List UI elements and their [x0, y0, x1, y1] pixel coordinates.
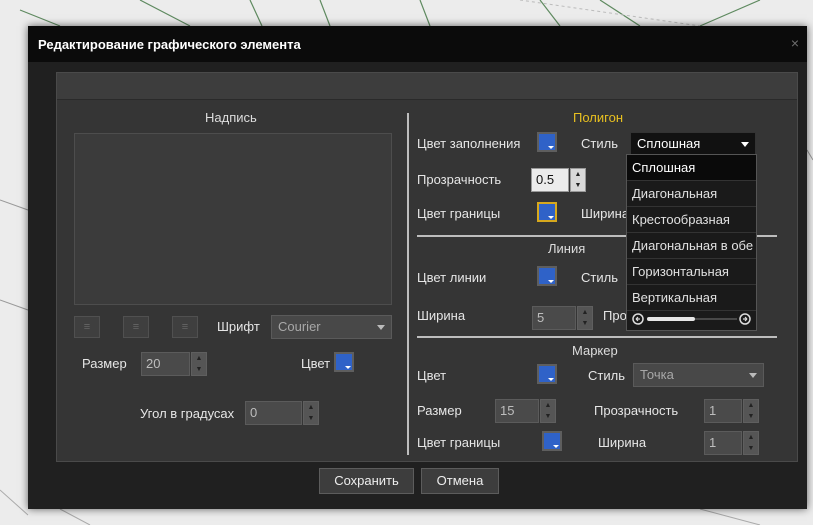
style-option[interactable]: Вертикальная: [627, 285, 756, 311]
size-label: Размер: [82, 356, 127, 371]
body-header-strip: [57, 73, 797, 100]
align-center-icon[interactable]: ≡: [123, 316, 149, 338]
marker-width-label: Ширина: [598, 435, 647, 450]
marker-section-header: Маркер: [572, 343, 618, 358]
marker-border-color-label: Цвет границы: [417, 435, 501, 450]
polygon-section-header: Полигон: [573, 110, 624, 125]
style-option[interactable]: Сплошная: [627, 155, 756, 181]
line-width-stepper[interactable]: ▲ ▼: [577, 306, 593, 330]
marker-size-input[interactable]: 15: [495, 399, 539, 423]
close-icon[interactable]: ×: [791, 35, 799, 51]
save-button[interactable]: Сохранить: [319, 468, 414, 494]
marker-opacity-stepper[interactable]: ▲ ▼: [743, 399, 759, 423]
font-select[interactable]: Courier: [271, 315, 392, 339]
dialog-title: Редактирование графического элемента: [38, 37, 301, 52]
chevron-down-icon: [749, 373, 757, 378]
polygon-border-color-swatch[interactable]: [537, 202, 557, 222]
chevron-down-icon: [741, 142, 749, 147]
font-select-value: Courier: [278, 319, 321, 334]
marker-border-color-swatch[interactable]: [542, 431, 562, 451]
chevron-down-icon: [377, 325, 385, 330]
fill-color-label: Цвет заполнения: [417, 136, 521, 151]
style-option[interactable]: Горизонтальная: [627, 259, 756, 285]
polygon-opacity-stepper[interactable]: ▲ ▼: [570, 168, 586, 192]
line-color-label: Цвет линии: [417, 270, 487, 285]
dropdown-horizontal-scrollbar[interactable]: [631, 312, 752, 326]
polygon-style-label: Стиль: [581, 136, 618, 151]
polygon-opacity-input[interactable]: 0.5: [531, 168, 569, 192]
marker-color-swatch[interactable]: [537, 364, 557, 384]
line-section-header: Линия: [548, 241, 586, 256]
polygon-border-color-label: Цвет границы: [417, 206, 501, 221]
polygon-opacity-label: Прозрачность: [417, 172, 502, 187]
font-label: Шрифт: [217, 319, 260, 334]
line-marker-divider: [417, 336, 777, 338]
dialog-titlebar: Редактирование графического элемента ×: [28, 26, 807, 62]
marker-width-input[interactable]: 1: [704, 431, 742, 455]
marker-color-label: Цвет: [417, 368, 447, 383]
line-width-input[interactable]: 5: [532, 306, 576, 330]
align-left-icon[interactable]: ≡: [74, 316, 100, 338]
label-text-area[interactable]: [74, 133, 392, 305]
polygon-style-dropdown: Сплошная Диагональная Крестообразная Диа…: [626, 154, 757, 331]
marker-style-label: Стиль: [588, 368, 625, 383]
marker-width-stepper[interactable]: ▲ ▼: [743, 431, 759, 455]
angle-label: Угол в градусах: [140, 406, 235, 421]
marker-style-select[interactable]: Точка: [633, 363, 764, 387]
fill-color-swatch[interactable]: [537, 132, 557, 152]
line-style-label: Стиль: [581, 270, 618, 285]
angle-input[interactable]: 0: [245, 401, 302, 425]
line-color-swatch[interactable]: [537, 266, 557, 286]
vertical-divider: [407, 113, 409, 455]
style-option[interactable]: Диагональная: [627, 181, 756, 207]
polygon-style-value: Сплошная: [637, 136, 701, 151]
marker-style-value: Точка: [640, 367, 674, 382]
line-width-label: Ширина: [417, 308, 466, 323]
align-right-icon[interactable]: ≡: [172, 316, 198, 338]
label-section-header: Надпись: [205, 110, 257, 125]
label-color-label: Цвет: [301, 356, 331, 371]
style-option[interactable]: Крестообразная: [627, 207, 756, 233]
line-opacity-label: Прозрачность: [603, 308, 627, 323]
label-color-swatch[interactable]: [334, 352, 354, 372]
style-option[interactable]: Диагональная в обе стороны: [627, 233, 756, 259]
size-input[interactable]: 20: [141, 352, 190, 376]
size-stepper[interactable]: ▲ ▼: [191, 352, 207, 376]
marker-opacity-input[interactable]: 1: [704, 399, 742, 423]
angle-stepper[interactable]: ▲ ▼: [303, 401, 319, 425]
marker-size-stepper[interactable]: ▲ ▼: [540, 399, 556, 423]
marker-opacity-label: Прозрачность: [594, 403, 679, 418]
cancel-button[interactable]: Отмена: [421, 468, 499, 494]
polygon-style-select[interactable]: Сплошная: [630, 132, 756, 156]
marker-size-label: Размер: [417, 403, 462, 418]
scroll-thumb: [647, 317, 695, 321]
